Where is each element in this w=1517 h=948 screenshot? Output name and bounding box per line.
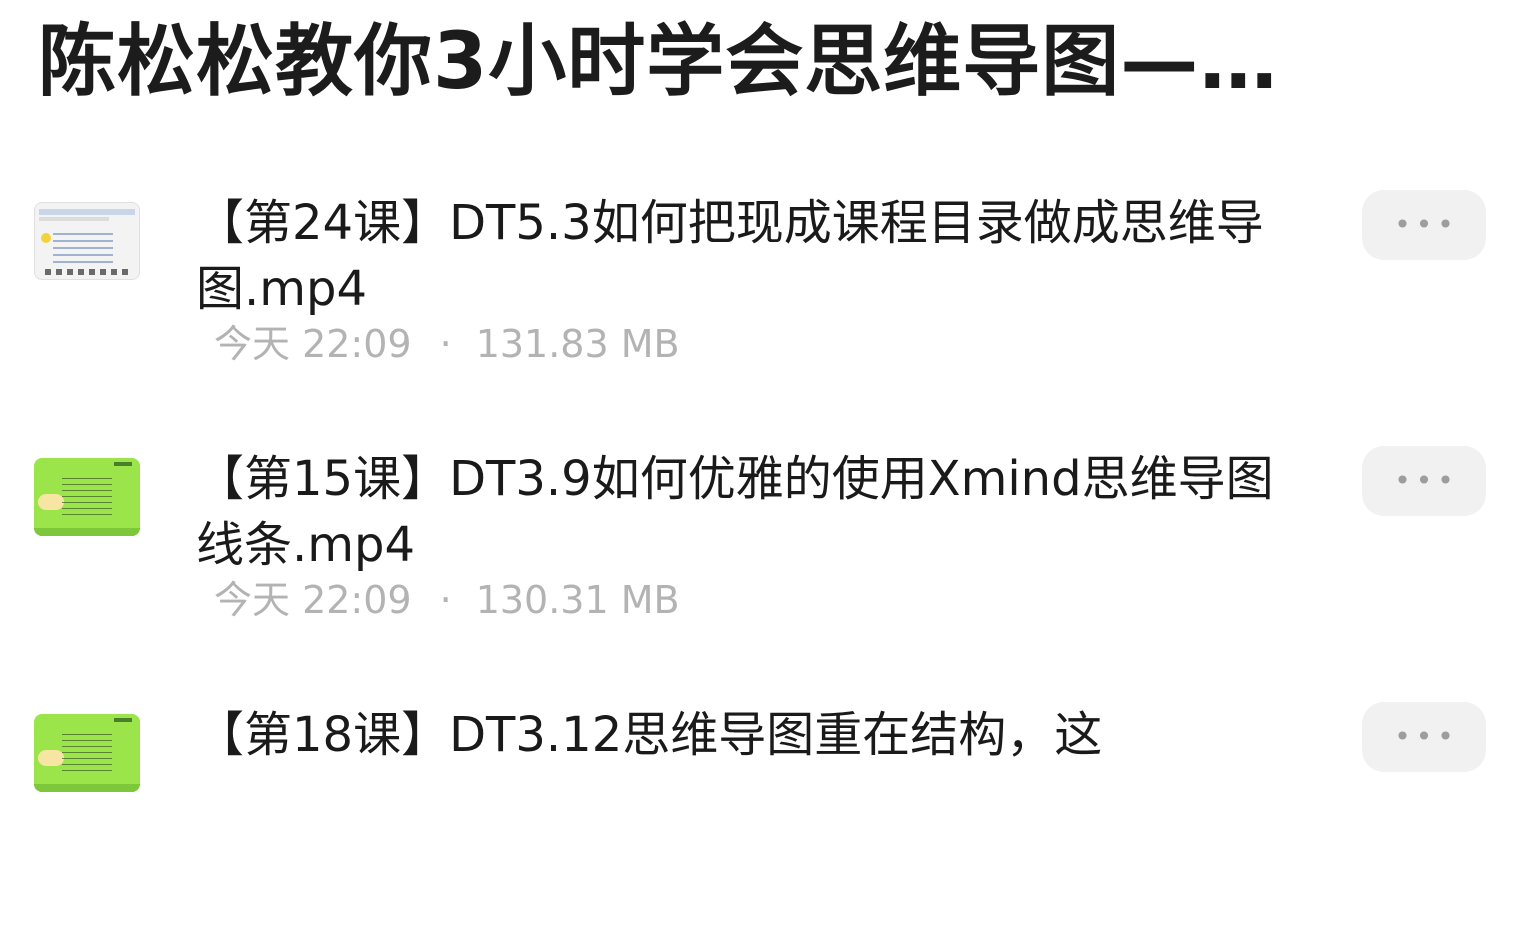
video-thumbnail[interactable] [34, 458, 140, 536]
video-thumbnail[interactable] [34, 714, 140, 792]
file-name[interactable]: 【第15课】DT3.9如何优雅的使用Xmind思维导图线条.mp4 [196, 446, 1281, 578]
thumbnail-highlight [41, 233, 51, 243]
thumbnail-base [34, 784, 140, 792]
thumbnail-base [34, 528, 140, 536]
thumbnail-toolbar [39, 209, 135, 215]
file-time: 今天 22:09 [214, 322, 412, 366]
thumbnail-tag [114, 718, 132, 722]
more-options-button[interactable]: ••• [1362, 446, 1486, 516]
more-horizontal-icon: ••• [1394, 208, 1459, 241]
file-name[interactable]: 【第24课】DT5.3如何把现成课程目录做成思维导图.mp4 [196, 190, 1281, 322]
more-horizontal-icon: ••• [1394, 464, 1459, 497]
folder-title: 陈松松教你3小时学会思维导图—… [38, 17, 1279, 107]
file-row[interactable]: 【第24课】DT5.3如何把现成课程目录做成思维导图.mp4 今天 22:09 ·… [0, 180, 1517, 436]
file-row[interactable]: 【第18课】DT3.12思维导图重在结构，这 ••• [0, 692, 1517, 948]
file-meta: 今天 22:09 · 130.31 MB [214, 576, 680, 624]
file-list: 【第24课】DT5.3如何把现成课程目录做成思维导图.mp4 今天 22:09 ·… [0, 180, 1517, 948]
thumbnail-outline [53, 233, 113, 263]
thumbnail-branches [62, 478, 112, 518]
thumbnail-menu [39, 217, 109, 221]
meta-separator: · [439, 322, 452, 366]
thumbnail-branches [62, 734, 112, 774]
more-options-button[interactable]: ••• [1362, 190, 1486, 260]
file-meta: 今天 22:09 · 131.83 MB [214, 320, 680, 368]
meta-separator: · [439, 578, 452, 622]
more-options-button[interactable]: ••• [1362, 702, 1486, 772]
thumbnail-dock [45, 269, 131, 275]
file-size: 131.83 MB [475, 322, 680, 366]
thumbnail-center-node [38, 494, 64, 510]
more-horizontal-icon: ••• [1394, 720, 1459, 753]
thumbnail-tag [114, 462, 132, 466]
file-time: 今天 22:09 [214, 578, 412, 622]
file-name[interactable]: 【第18课】DT3.12思维导图重在结构，这 [196, 702, 1281, 768]
thumbnail-center-node [38, 750, 64, 766]
video-thumbnail[interactable] [34, 202, 140, 280]
file-size: 130.31 MB [475, 578, 680, 622]
file-row[interactable]: 【第15课】DT3.9如何优雅的使用Xmind思维导图线条.mp4 今天 22:… [0, 436, 1517, 692]
